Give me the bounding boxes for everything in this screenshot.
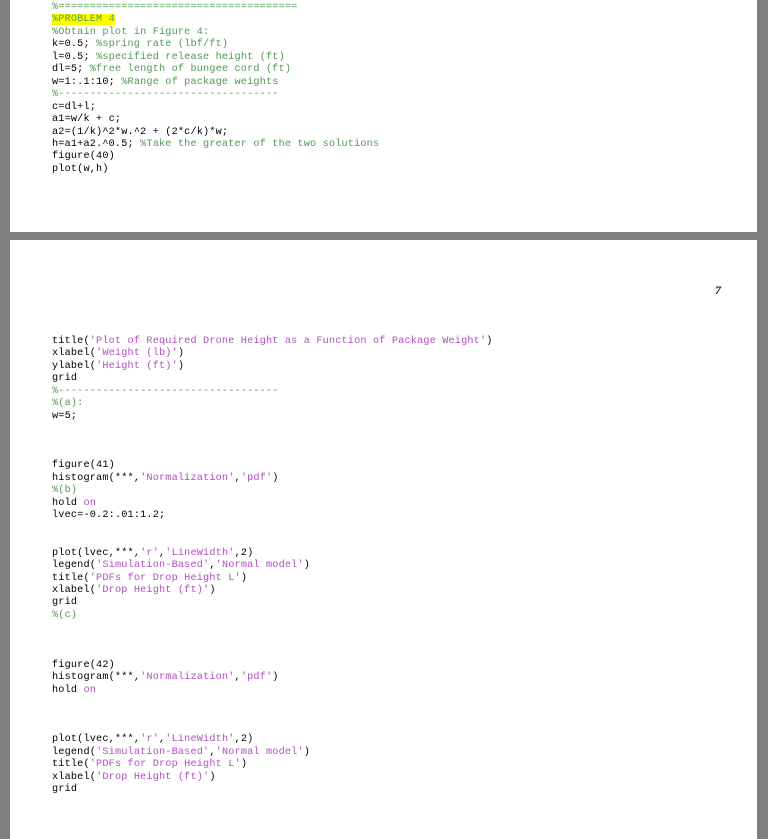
code-line: h=a1+a2.^0.5; %Take the greater of the t… — [52, 138, 380, 150]
code-line: lvec=-0.2:.01:1.2; — [52, 510, 166, 522]
code-line: title('PDFs for Drop Height L') — [52, 759, 248, 771]
code-line: title('Plot of Required Drone Height as … — [52, 336, 493, 347]
code-line: histogram(***,'Normalization','pdf') — [52, 472, 279, 484]
document-page-1: %======================================%… — [10, 0, 757, 232]
code-line: plot(lvec,***,'r','LineWidth',2) — [52, 734, 254, 746]
code-line: xlabel('Drop Height (ft)') — [52, 584, 216, 596]
code-listing-page-1: %======================================%… — [52, 2, 379, 176]
code-line: xlabel('Drop Height (ft)') — [52, 771, 216, 783]
code-line: ylabel('Height (ft)') — [52, 360, 185, 372]
code-line: %PROBLEM 4 — [52, 14, 115, 26]
code-line: hold on — [52, 684, 97, 696]
document-viewer[interactable]: %======================================%… — [0, 0, 768, 839]
code-listing-page-2: title('Plot of Required Drone Height as … — [52, 336, 493, 797]
code-line: figure(41) — [52, 460, 115, 472]
code-line: %(a): — [52, 398, 84, 410]
page-2-body: 7 title('Plot of Required Drone Height a… — [10, 240, 757, 839]
code-line: %(b) — [52, 485, 78, 497]
code-line: hold on — [52, 497, 97, 509]
code-line: grid — [52, 784, 78, 796]
code-line: grid — [52, 373, 78, 385]
code-line: figure(42) — [52, 659, 115, 671]
code-line: legend('Simulation-Based','Normal model'… — [52, 746, 311, 758]
code-line: %====================================== — [52, 2, 298, 13]
page-1-body: %======================================%… — [10, 0, 757, 232]
code-line: histogram(***,'Normalization','pdf') — [52, 672, 279, 684]
code-line: grid — [52, 597, 78, 609]
document-page-2: 7 title('Plot of Required Drone Height a… — [10, 240, 757, 839]
code-line: %----------------------------------- — [52, 89, 279, 101]
page-number: 7 — [715, 283, 721, 297]
code-line: w=5; — [52, 410, 78, 422]
code-line: l=0.5; %specified release height (ft) — [52, 51, 285, 63]
code-line: %----------------------------------- — [52, 385, 279, 397]
code-line: plot(lvec,***,'r','LineWidth',2) — [52, 547, 254, 559]
code-line: plot(w,h) — [52, 163, 109, 175]
code-line: %Obtain plot in Figure 4: — [52, 26, 210, 38]
code-line: figure(40) — [52, 151, 115, 163]
code-line: a1=w/k + c; — [52, 114, 122, 126]
code-line: xlabel('Weight (lb)') — [52, 348, 185, 360]
code-line: c=dl+l; — [52, 101, 97, 113]
code-line: %(c) — [52, 609, 78, 621]
code-line: a2=(1/k)^2*w.^2 + (2*c/k)*w; — [52, 126, 229, 138]
code-line: legend('Simulation-Based','Normal model'… — [52, 560, 311, 572]
code-line: title('PDFs for Drop Height L') — [52, 572, 248, 584]
code-line: w=1:.1:10; %Range of package weights — [52, 76, 279, 88]
code-line: k=0.5; %spring rate (lbf/ft) — [52, 39, 229, 51]
code-line: dl=5; %free length of bungee cord (ft) — [52, 64, 292, 76]
